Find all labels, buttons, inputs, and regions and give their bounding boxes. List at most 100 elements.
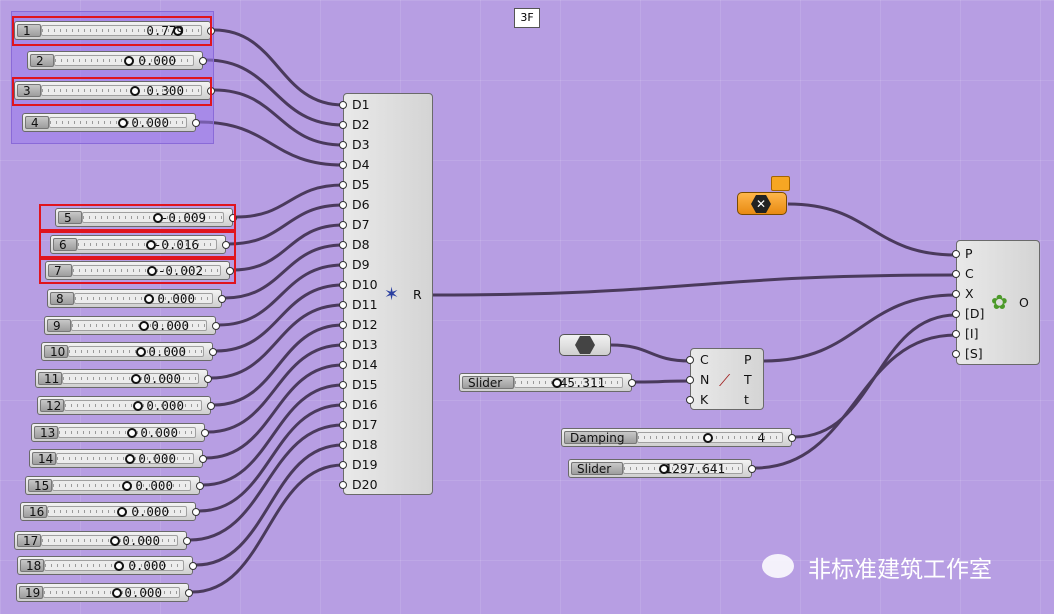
number-slider-10[interactable]: 10 0.000 (41, 342, 217, 361)
boolean-toggle[interactable]: ✕ (737, 192, 787, 215)
slider-knob[interactable] (124, 56, 134, 66)
number-slider-13[interactable]: 13 0.000 (31, 423, 209, 442)
number-slider-9[interactable]: 9 0.000 (44, 316, 220, 335)
slider-label: 18 (20, 559, 44, 573)
number-slider-16[interactable]: 16 0.000 (20, 502, 200, 521)
merge-input-port-4[interactable] (339, 181, 347, 189)
solver-input-port-2[interactable] (952, 290, 960, 298)
wire-slider-1 (213, 28, 344, 107)
solver-input-port-0[interactable] (952, 250, 960, 258)
slider-output-port[interactable] (218, 295, 226, 303)
merge-input-port-9[interactable] (339, 281, 347, 289)
slider-output-port[interactable] (748, 465, 756, 473)
merge-input-14: D15 (352, 377, 378, 392)
number-slider-4[interactable]: 4 0.000 (22, 113, 200, 132)
merge-input-port-17[interactable] (339, 441, 347, 449)
number-slider-17[interactable]: 17 0.000 (14, 531, 191, 550)
number-slider-11[interactable]: 11 0.000 (35, 369, 212, 388)
slider-output-port[interactable] (212, 322, 220, 330)
merge-component[interactable]: D1 D2 D3 D4 D5 D6 D7 D8 D9 D10 D11 D12 D13 D14 D15 D16 D… (339, 93, 433, 495)
number-slider-14[interactable]: 14 0.000 (29, 449, 207, 468)
merge-input-port-16[interactable] (339, 421, 347, 429)
slider-output-port[interactable] (207, 402, 215, 410)
slider-output-port[interactable] (192, 508, 200, 516)
slider-knob[interactable] (130, 374, 141, 384)
slider-knob[interactable] (118, 118, 128, 128)
merge-input-port-15[interactable] (339, 401, 347, 409)
solver-input-port-5[interactable] (952, 350, 960, 358)
slider-output-port[interactable] (209, 348, 217, 356)
merge-input-port-18[interactable] (339, 461, 347, 469)
slider-output-port[interactable] (788, 434, 796, 442)
slider-knob[interactable] (114, 561, 124, 571)
slider-knob[interactable] (125, 454, 135, 464)
merge-input-port-19[interactable] (339, 481, 347, 489)
wire-slider-12 (213, 323, 344, 407)
slider-knob[interactable] (139, 321, 149, 331)
slider-output-port[interactable] (196, 482, 204, 490)
number-slider-2[interactable]: 2 0.000 (27, 51, 207, 70)
slider-knob[interactable] (702, 433, 713, 443)
slider-output-port[interactable] (192, 119, 200, 127)
merge-input-port-3[interactable] (339, 161, 347, 169)
slider-value: 0.000 (131, 504, 169, 519)
merge-input-port-12[interactable] (339, 341, 347, 349)
merge-input-port-14[interactable] (339, 381, 347, 389)
slider-output-port[interactable] (201, 429, 209, 437)
curve-input-port-1[interactable] (686, 376, 694, 384)
extra-slider-0[interactable]: Slider 45.311 (459, 373, 636, 392)
number-slider-19[interactable]: 19 0.000 (16, 583, 193, 602)
curve-component[interactable]: CNK PTt ⟋ (686, 348, 764, 410)
slider-output-port[interactable] (183, 537, 191, 545)
merge-input-port-8[interactable] (339, 261, 347, 269)
slider-output-port[interactable] (185, 589, 193, 597)
merge-input-port-10[interactable] (339, 301, 347, 309)
number-slider-15[interactable]: 15 0.000 (25, 476, 204, 495)
number-slider-18[interactable]: 18 0.000 (17, 556, 197, 575)
slider-knob[interactable] (136, 347, 146, 357)
merge-input-port-13[interactable] (339, 361, 347, 369)
slider-knob[interactable] (143, 294, 154, 304)
merge-input-port-5[interactable] (339, 201, 347, 209)
slider-knob[interactable] (127, 428, 137, 438)
merge-input-port-11[interactable] (339, 321, 347, 329)
slider-label: 11 (38, 372, 62, 386)
slider-value: 0.000 (135, 478, 173, 493)
slider-knob[interactable] (133, 401, 143, 411)
merge-input-port-7[interactable] (339, 241, 347, 249)
solver-component[interactable]: P C X [D] [I] [S] ✿ O (952, 240, 1040, 365)
slider-value: 4 (757, 430, 765, 445)
curve-input-port-2[interactable] (686, 396, 694, 404)
slider-output-port[interactable] (204, 375, 212, 383)
slider-output-port[interactable] (628, 379, 636, 387)
curve-input-1: N (700, 372, 710, 387)
slider-knob[interactable] (109, 536, 120, 546)
curve-input-port-0[interactable] (686, 356, 694, 364)
slider-output-port[interactable] (199, 57, 207, 65)
solver-input-port-3[interactable] (952, 310, 960, 318)
extra-slider-1[interactable]: Damping 4 (561, 428, 796, 447)
slider-knob[interactable] (111, 588, 122, 598)
slider-label: 8 (50, 292, 74, 306)
number-slider-12[interactable]: 12 0.000 (37, 396, 215, 415)
slider-value: 0.000 (138, 53, 176, 68)
slider-label: 17 (17, 534, 41, 548)
slider-value: 0.000 (131, 115, 169, 130)
merge-input-port-1[interactable] (339, 121, 347, 129)
merge-input-port-6[interactable] (339, 221, 347, 229)
curve-output-0: P (744, 352, 752, 367)
wire-curve-to-solver (763, 293, 957, 363)
merge-input-port-0[interactable] (339, 101, 347, 109)
merge-input-6: D7 (352, 217, 370, 232)
slider-output-port[interactable] (189, 562, 197, 570)
curve-param[interactable] (559, 334, 611, 356)
solver-input-port-4[interactable] (952, 330, 960, 338)
number-slider-8[interactable]: 8 0.000 (47, 289, 226, 308)
wire-slider-16 (198, 403, 344, 513)
slider-output-port[interactable] (199, 455, 207, 463)
slider-knob[interactable] (117, 507, 127, 517)
solver-input-port-1[interactable] (952, 270, 960, 278)
extra-slider-2[interactable]: Slider 1297.641 (568, 459, 756, 478)
merge-input-port-2[interactable] (339, 141, 347, 149)
slider-knob[interactable] (121, 481, 132, 491)
